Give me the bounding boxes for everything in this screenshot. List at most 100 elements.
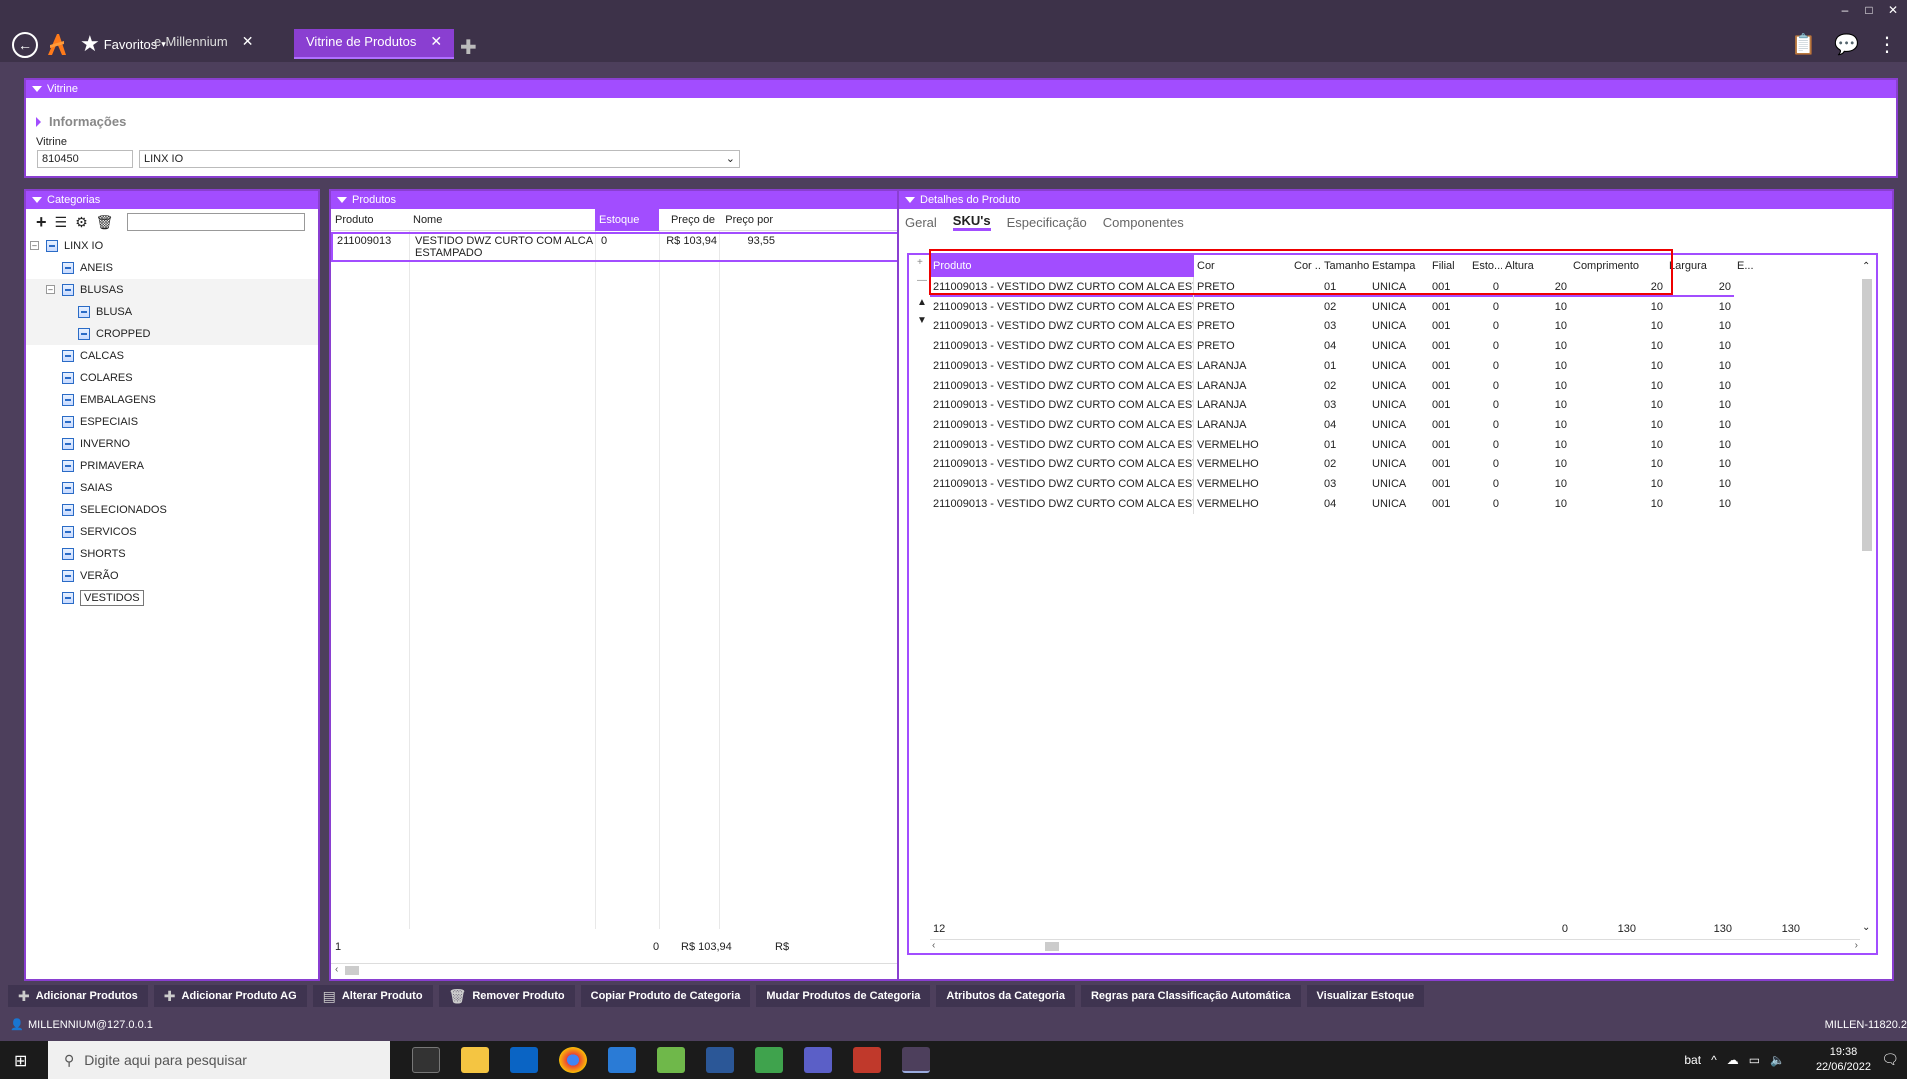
task-view-icon[interactable] (412, 1047, 440, 1073)
action-button[interactable]: Regras para Classificação Automática (1080, 985, 1301, 1007)
millennium-logo-icon[interactable] (46, 31, 68, 57)
table-row[interactable]: 211009013 - VESTIDO DWZ CURTO COM ALCA E… (930, 434, 1734, 455)
scroll-thumb[interactable] (345, 966, 359, 975)
move-down-icon[interactable]: ▼ (917, 315, 927, 326)
horizontal-scrollbar[interactable]: ‹ (331, 963, 902, 977)
column-header[interactable]: E... (1734, 255, 1754, 277)
tree-item[interactable]: PRIMAVERA (26, 455, 318, 477)
remove-row-icon[interactable]: — (917, 275, 927, 286)
app-icon[interactable] (853, 1047, 881, 1073)
collapse-toggle-icon[interactable]: – (30, 241, 39, 250)
network-icon[interactable]: ▭ (1749, 1053, 1760, 1067)
column-header-estoque-min[interactable]: Estoque min (595, 208, 659, 248)
list-add-icon[interactable]: ☰ (55, 214, 68, 231)
tab-especificacao[interactable]: Especificação (1007, 215, 1087, 230)
tree-item[interactable]: ESPECIAIS (26, 411, 318, 433)
tree-item[interactable]: CALCAS (26, 345, 318, 367)
clipboard-icon[interactable]: 📋 (1791, 32, 1816, 57)
millennium-app-icon[interactable] (902, 1047, 930, 1073)
word-icon[interactable] (706, 1047, 734, 1073)
outlook-icon[interactable] (510, 1047, 538, 1073)
vitrine-code-input[interactable]: 810450 (37, 150, 133, 168)
cloud-icon[interactable]: ☁ (1727, 1053, 1739, 1067)
tree-item[interactable]: BLUSA (26, 301, 318, 323)
vitrine-select[interactable]: LINX IO ⌄ (139, 150, 740, 168)
tab-skus[interactable]: SKU's (952, 213, 991, 231)
table-row[interactable]: 211009013 - VESTIDO DWZ CURTO COM ALCA E… (930, 414, 1734, 435)
chevron-right-icon[interactable]: › (1855, 940, 1858, 951)
tree-item[interactable]: VESTIDOS (26, 587, 318, 609)
chat-icon[interactable]: 💬 (1834, 32, 1859, 57)
tree-item[interactable]: INVERNO (26, 433, 318, 455)
tree-item[interactable]: – LINX IO (26, 235, 318, 257)
table-row[interactable]: 211009013 - VESTIDO DWZ CURTO COM ALCA E… (930, 296, 1734, 317)
maximize-button[interactable]: □ (1861, 3, 1877, 17)
column-header[interactable]: Largura (1666, 255, 1734, 277)
minimize-button[interactable]: – (1837, 3, 1853, 17)
chevron-left-icon[interactable]: ‹ (932, 940, 935, 951)
informacoes-section[interactable]: Informações (36, 114, 126, 129)
category-search-input[interactable] (127, 213, 306, 231)
table-row[interactable]: 211009013 - VESTIDO DWZ CURTO COM ALCA E… (930, 454, 1734, 475)
column-header-preco-de[interactable]: Preço de (659, 209, 719, 231)
column-header-produto[interactable]: Produto (331, 209, 409, 231)
action-button[interactable]: Atributos da Categoria (936, 985, 1075, 1007)
action-button[interactable]: 🗑 Remover Produto (438, 985, 575, 1007)
tree-item[interactable]: VERÃO (26, 565, 318, 587)
tree-item[interactable]: SAIAS (26, 477, 318, 499)
tree-item[interactable]: SERVICOS (26, 521, 318, 543)
chrome-icon[interactable] (559, 1047, 587, 1073)
chevron-up-icon[interactable]: ⌃ (1862, 261, 1870, 272)
action-button[interactable]: ✚ Adicionar Produtos (8, 985, 148, 1007)
add-tab-icon[interactable]: ✚ (460, 35, 477, 60)
tree-item[interactable]: COLARES (26, 367, 318, 389)
tree-item[interactable]: EMBALAGENS (26, 389, 318, 411)
table-row[interactable]: 211009013 - VESTIDO DWZ CURTO COM ALCA E… (930, 395, 1734, 416)
table-row[interactable]: 211009013 - VESTIDO DWZ CURTO COM ALCA E… (930, 336, 1734, 357)
table-row[interactable]: 211009013 - VESTIDO DWZ CURTO COM ALCA E… (930, 375, 1734, 396)
file-explorer-icon[interactable] (461, 1047, 489, 1073)
vertical-scrollbar[interactable]: ⌃ ⌄ (1860, 261, 1874, 933)
scroll-thumb[interactable] (1862, 279, 1872, 551)
action-button[interactable]: Mudar Produtos de Categoria (756, 985, 931, 1007)
tree-settings-icon[interactable]: ⚙ (75, 214, 88, 231)
action-button[interactable]: Copiar Produto de Categoria (580, 985, 751, 1007)
more-vertical-icon[interactable]: ⋮ (1877, 32, 1897, 57)
column-header-preco-por[interactable]: Preço por (719, 209, 777, 231)
detalhes-panel-header[interactable]: Detalhes do Produto (899, 191, 1892, 209)
add-row-icon[interactable]: + (917, 257, 923, 268)
action-button[interactable]: ▤ Alterar Produto (312, 985, 433, 1007)
table-row[interactable]: 211009013 - VESTIDO DWZ CURTO COM ALCA E… (930, 355, 1734, 376)
windows-start-icon[interactable]: ⊞ (14, 1051, 27, 1071)
horizontal-scrollbar[interactable]: ‹ › (930, 939, 1860, 953)
add-category-icon[interactable]: + (36, 212, 47, 233)
chevron-left-icon[interactable]: ‹ (335, 964, 338, 975)
table-row[interactable]: 211009013 - VESTIDO DWZ CURTO COM ALCA E… (930, 474, 1734, 494)
notifications-icon[interactable]: 🗨 (1881, 1051, 1899, 1068)
tab-geral[interactable]: Geral (905, 215, 937, 230)
tree-item[interactable]: CROPPED (26, 323, 318, 345)
tab-componentes[interactable]: Componentes (1103, 215, 1184, 230)
vscode-icon[interactable] (608, 1047, 636, 1073)
move-up-icon[interactable]: ▲ (917, 297, 927, 308)
close-tab-icon[interactable]: ✕ (430, 33, 442, 49)
tab-vitrine-de-produtos[interactable]: Vitrine de Produtos ✕ (294, 29, 455, 59)
produtos-panel-header[interactable]: Produtos (331, 191, 902, 209)
action-button[interactable]: Visualizar Estoque (1306, 985, 1425, 1007)
close-window-button[interactable]: ✕ (1885, 3, 1901, 17)
close-tab-icon[interactable]: ✕ (242, 33, 254, 49)
teams-icon[interactable] (804, 1047, 832, 1073)
collapse-toggle-icon[interactable]: – (46, 285, 55, 294)
categorias-panel-header[interactable]: Categorias (26, 191, 318, 209)
taskbar-clock[interactable]: 19:38 22/06/2022 (1816, 1045, 1871, 1075)
table-row[interactable]: 211009013 VESTIDO DWZ CURTO COM ALCA EST… (331, 232, 902, 262)
tree-item[interactable]: SELECIONADOS (26, 499, 318, 521)
scroll-thumb[interactable] (1045, 942, 1059, 951)
table-row[interactable]: 211009013 - VESTIDO DWZ CURTO COM ALCA E… (930, 316, 1734, 337)
tab-e-millennium[interactable]: e-Millennium ✕ (142, 29, 265, 59)
delete-icon[interactable]: 🗑 (96, 214, 114, 231)
app-icon[interactable] (657, 1047, 685, 1073)
vitrine-panel-header[interactable]: Vitrine (26, 80, 1896, 98)
table-row[interactable]: 211009013 - VESTIDO DWZ CURTO COM ALCA E… (930, 493, 1734, 514)
tree-item[interactable]: SHORTS (26, 543, 318, 565)
